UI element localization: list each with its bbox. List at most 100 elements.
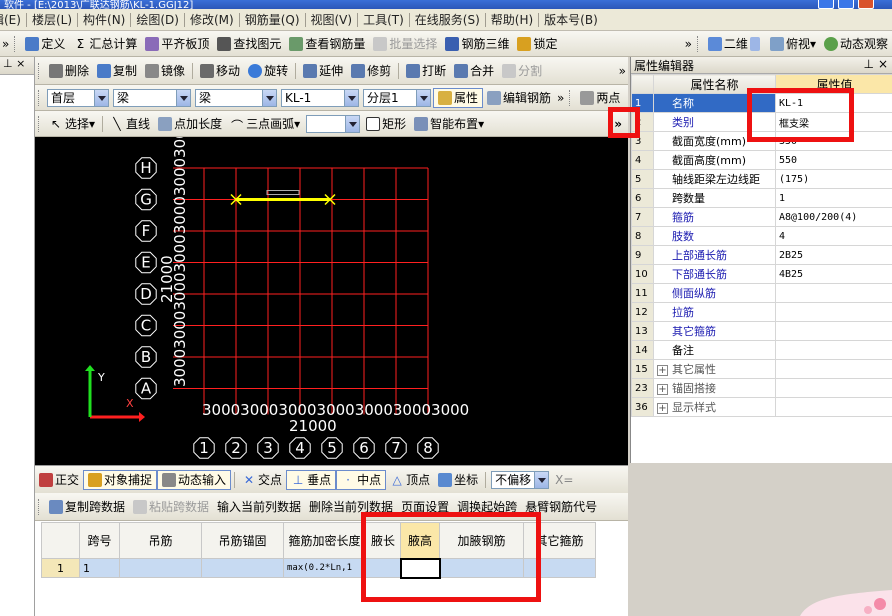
property-value[interactable] (775, 302, 892, 322)
column-header[interactable]: 吊筋 (119, 522, 202, 559)
property-value[interactable] (775, 378, 892, 398)
view-2d-button[interactable]: 二维 (704, 34, 766, 54)
chevron-icon[interactable]: » (0, 34, 11, 54)
layer-select[interactable]: 分层1 (363, 88, 431, 107)
select-tool-button[interactable]: ↖ 选择 ▾ (45, 114, 99, 134)
menu-component[interactable]: 构件(N) (79, 11, 129, 28)
page-setup-button[interactable]: 页面设置 (397, 497, 453, 517)
summary-calc-button[interactable]: Σ 汇总计算 (69, 34, 141, 54)
rotate-button[interactable]: 旋转 (244, 61, 292, 81)
intersection-snap[interactable]: ✕ 交点 (238, 470, 286, 490)
rebar-3d-button[interactable]: 钢筋三维 (441, 34, 513, 54)
delete-column-button[interactable]: 删除当前列数据 (305, 497, 397, 517)
menu-version[interactable]: 版本号(B) (540, 11, 602, 28)
split-button[interactable]: 分割 (498, 61, 546, 81)
vertex-snap[interactable]: △ 顶点 (386, 470, 434, 490)
close-icon[interactable]: × (878, 57, 888, 71)
menu-help[interactable]: 帮助(H) (487, 11, 537, 28)
menu-rebar-qty[interactable]: 钢筋量(Q) (241, 11, 304, 28)
column-header[interactable]: 箍筋加密长度 (283, 522, 366, 559)
menu-draw[interactable]: 绘图(D) (132, 11, 183, 28)
three-point-arc-button[interactable]: ⌒ 三点画弧 ▾ (226, 114, 304, 134)
minimize-button[interactable] (818, 0, 834, 9)
extend-button[interactable]: 延伸 (299, 61, 347, 81)
maximize-button[interactable] (838, 0, 854, 9)
menu-floor[interactable]: 楼层(L) (28, 11, 76, 28)
property-value[interactable]: (175) (775, 169, 892, 189)
property-row[interactable]: 23 + 锚固搭接 (631, 378, 892, 398)
property-row[interactable]: 5 轴线距梁左边线距 (175) (631, 169, 892, 189)
more-tools-button[interactable]: » (608, 114, 628, 134)
column-header[interactable]: 吊筋锚固 (201, 522, 284, 559)
input-column-button[interactable]: 输入当前列数据 (213, 497, 305, 517)
property-value[interactable]: KL-1 (775, 93, 892, 113)
table-cell[interactable] (439, 558, 524, 578)
paste-span-button[interactable]: 粘贴跨数据 (129, 497, 213, 517)
property-value[interactable]: 350 (775, 131, 892, 151)
property-row[interactable]: 6 跨数量 1 (631, 188, 892, 208)
table-cell[interactable] (201, 558, 284, 578)
swap-start-span-button[interactable]: 调换起始跨 (453, 497, 521, 517)
property-value[interactable]: 2B25 (775, 245, 892, 265)
menu-modify[interactable]: 修改(M) (186, 11, 238, 28)
property-value[interactable] (775, 283, 892, 303)
property-row[interactable]: 7 箍筋 A8@100/200(4) (631, 207, 892, 227)
column-header[interactable]: 腋长 (365, 522, 401, 559)
pin-icon[interactable]: ⊥ (864, 57, 874, 71)
property-row[interactable]: 36 + 显示样式 (631, 397, 892, 417)
property-value[interactable] (775, 321, 892, 341)
expand-icon[interactable]: + (657, 384, 668, 395)
copy-span-button[interactable]: 复制跨数据 (45, 497, 129, 517)
column-header[interactable]: 腋高 (400, 522, 440, 559)
column-header[interactable]: 跨号 (79, 522, 120, 559)
property-value[interactable] (775, 340, 892, 360)
menu-edit[interactable]: 编辑(E) (0, 11, 25, 28)
view-rebar-qty-button[interactable]: 查看钢筋量 (285, 34, 369, 54)
table-row[interactable]: 1 1 max(0.2*Ln,1 (41, 557, 596, 579)
dynamic-view-button[interactable]: 动态观察 (820, 34, 892, 54)
property-value[interactable]: 4 (775, 226, 892, 246)
property-row[interactable]: 8 肢数 4 (631, 226, 892, 246)
property-row[interactable]: 2 类别 框支梁 (631, 112, 892, 132)
drawing-canvas[interactable]: H G F E D C B A 1 2 3 4 5 6 7 8 300030003000300030003000… (35, 137, 628, 465)
mirror-button[interactable]: 镜像 (141, 61, 189, 81)
menu-tools[interactable]: 工具(T) (359, 11, 408, 28)
property-value[interactable]: 框支梁 (775, 112, 892, 132)
floor-select[interactable]: 首层 (47, 88, 109, 107)
object-snap-toggle[interactable]: 对象捕捉 (83, 469, 158, 490)
chevron-icon[interactable]: » (555, 88, 566, 108)
coordinate-snap[interactable]: 坐标 (434, 470, 482, 490)
property-row[interactable]: 14 备注 (631, 340, 892, 360)
property-value[interactable]: A8@100/200(4) (775, 207, 892, 227)
property-row[interactable]: 1 名称 KL-1 (631, 93, 892, 113)
property-row[interactable]: 4 截面高度(mm) 550 (631, 150, 892, 170)
line-tool-button[interactable]: ╲ 直线 (106, 114, 154, 134)
merge-button[interactable]: 合并 (450, 61, 498, 81)
type-select[interactable]: 梁 (195, 88, 277, 107)
midpoint-snap[interactable]: · 中点 (336, 469, 387, 490)
edit-rebar-button[interactable]: 编辑钢筋 (483, 88, 555, 108)
point-length-button[interactable]: 点加长度 (154, 114, 226, 134)
table-cell[interactable]: max(0.2*Ln,1 (283, 558, 366, 578)
lock-button[interactable]: 锁定 (513, 34, 561, 54)
table-cell-active[interactable] (399, 557, 441, 579)
close-button[interactable] (858, 0, 874, 9)
chevron-icon[interactable]: » (683, 34, 694, 54)
top-view-button[interactable]: 俯视 ▾ (766, 34, 820, 54)
menu-online[interactable]: 在线服务(S) (411, 11, 484, 28)
delete-button[interactable]: 删除 (45, 61, 93, 81)
ortho-toggle[interactable]: 正交 (35, 470, 83, 490)
cantilever-code-button[interactable]: 悬臂钢筋代号 (521, 497, 601, 517)
copy-button[interactable]: 复制 (93, 61, 141, 81)
property-row[interactable]: 15 + 其它属性 (631, 359, 892, 379)
align-slab-top-button[interactable]: 平齐板顶 (141, 34, 213, 54)
expand-icon[interactable]: + (657, 403, 668, 414)
category-select[interactable]: 梁 (113, 88, 191, 107)
property-value[interactable]: 4B25 (775, 264, 892, 284)
table-cell[interactable] (365, 558, 401, 578)
batch-select-button[interactable]: 批量选择 (369, 34, 441, 54)
offset-select[interactable]: 不偏移 (491, 470, 550, 489)
left-nav-panel[interactable]: ⊥ × (0, 57, 35, 616)
property-value[interactable]: 550 (775, 150, 892, 170)
two-point-button[interactable]: 两点 (576, 88, 624, 108)
